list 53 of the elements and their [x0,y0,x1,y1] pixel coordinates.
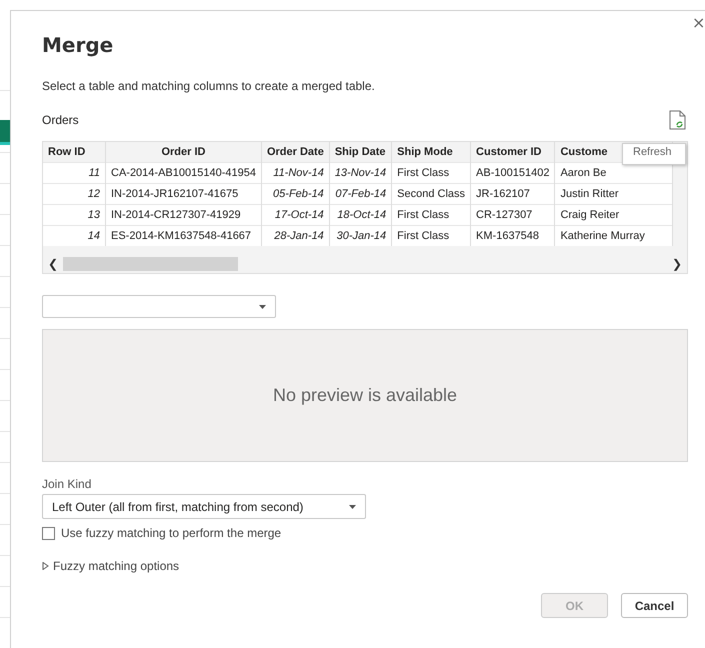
table-cell: IN-2014-JR162107-41675 [106,184,262,204]
fuzzy-options-toggle[interactable]: Fuzzy matching options [42,559,182,573]
table-cell: 14 [43,226,106,246]
table-cell: 13 [43,204,106,226]
scroll-left-button[interactable]: ❮ [43,257,63,271]
join-kind-select[interactable]: Left Outer (all from first, matching from second) [42,494,366,519]
table-cell: CR-127307 [470,204,555,226]
dialog-button[interactable]: Cancel [621,593,688,618]
table-cell: First Class [392,162,471,184]
table-cell: 11-Nov-14 [261,162,330,184]
table-cell: 17-Oct-14 [261,204,330,226]
table-cell: 12 [43,184,106,204]
tooltip: Refresh [622,143,686,165]
table-cell: IN-2014-CR127307-41929 [106,204,262,226]
expand-triangle-icon [42,562,49,570]
table-cell: 07-Feb-14 [329,184,392,204]
join-kind-label: Join Kind [42,477,92,491]
preview-message: No preview is available [272,385,458,406]
caret-icon [349,504,356,508]
table-cell: Aaron Be [554,162,673,184]
table-cell: AB-100151402 [470,162,555,184]
table-cell: Katherine Murray [554,226,673,246]
checkbox[interactable] [42,526,55,540]
table-cell: 13-Nov-14 [329,162,392,184]
column-header[interactable]: Ship Mode [392,142,471,162]
scroll-right-button[interactable]: ❯ [667,257,687,271]
checkbox-label: Use fuzzy matching to perform the merge [61,526,282,540]
table-cell: 18-Oct-14 [329,204,392,226]
table-cell: ES-2014-KM1637548-41667 [106,226,262,246]
table-cell: Justin Ritter [554,184,673,204]
table-cell: CA-2014-AB10015140-41954 [106,162,262,184]
scrollbar-thumb[interactable] [63,257,238,271]
table-cell: First Class [392,226,471,246]
column-header[interactable]: Ship Date [329,142,392,162]
table-name: Orders [42,113,80,127]
table-cell: Craig Reiter [554,204,673,226]
table-cell: 28-Jan-14 [261,226,330,246]
table-cell: 05-Feb-14 [261,184,330,204]
caret-icon [259,304,266,308]
table-cell: Second Class [392,184,471,204]
dialog-title: Merge [42,33,114,59]
table-cell: KM-1637548 [470,226,555,246]
close-button[interactable]: × [692,14,705,32]
column-header[interactable]: Customer ID [470,142,555,162]
table-cell: 30-Jan-14 [329,226,392,246]
column-header[interactable]: Order Date [261,142,330,162]
column-header[interactable]: Order ID [106,142,262,162]
table-cell: 11 [43,162,106,184]
refresh-icon[interactable] [668,110,688,130]
table-cell: First Class [392,204,471,226]
instruction-text: Select a table and matching columns to create a merged table. [42,79,376,93]
column-header[interactable]: Row ID [43,142,106,162]
table-cell: JR-162107 [470,184,555,204]
